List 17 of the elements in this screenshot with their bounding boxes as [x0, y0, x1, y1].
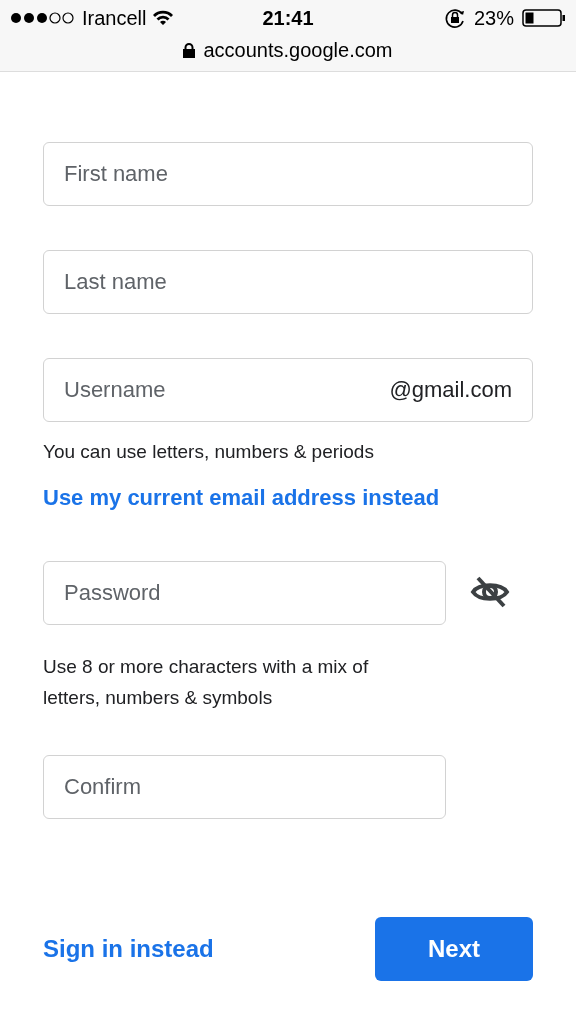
sign-in-link[interactable]: Sign in instead [43, 935, 214, 963]
battery-icon [522, 8, 566, 28]
alternate-email-link[interactable]: Use my current email address instead [43, 485, 533, 511]
lock-icon [183, 42, 196, 58]
signal-icon [10, 12, 76, 24]
battery-percent: 23% [473, 6, 514, 30]
wifi-icon [152, 10, 175, 26]
clock: 21:41 [262, 6, 314, 30]
helper-text: Use 8 or more characters with a mix of letters, numbers & symbols [43, 655, 370, 710]
rotation-lock-icon [443, 7, 466, 29]
username-input[interactable]: Username [64, 359, 390, 421]
next-button[interactable]: Next [375, 917, 533, 981]
page-address[interactable]: accounts.google.com [203, 38, 393, 62]
username-field[interactable]: Username @gmail.com [43, 358, 533, 422]
carrier-name: Irancell [82, 6, 147, 30]
helper-text: You can use letters, numbers & periods [43, 440, 375, 464]
domain-suffix: @gmail.com [389, 377, 512, 403]
